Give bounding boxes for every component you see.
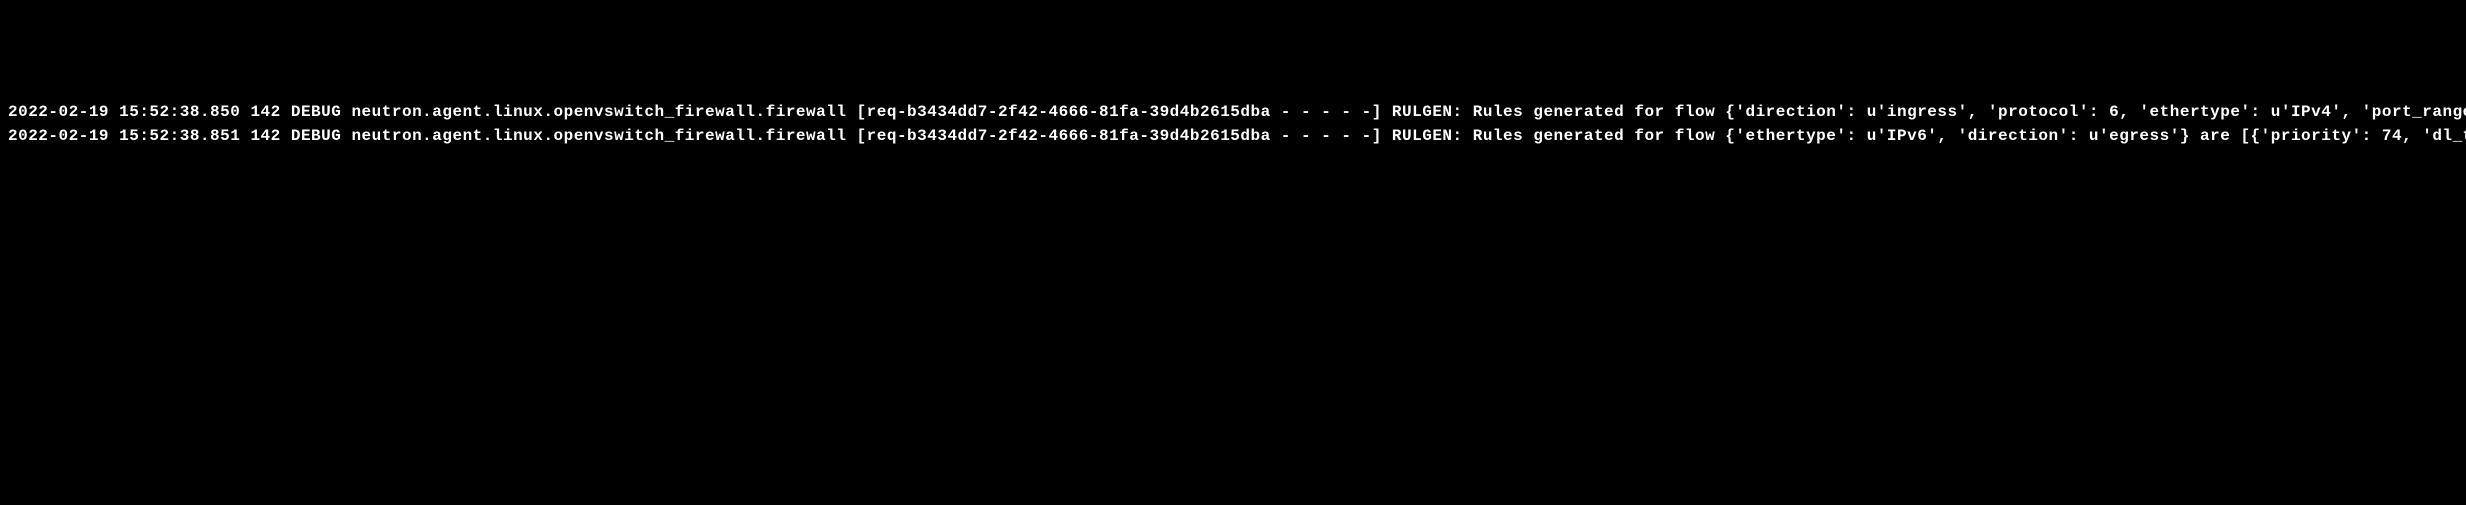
log-line: 2022-02-19 15:52:38.850 142 DEBUG neutro… <box>8 103 2466 121</box>
terminal-log-output: 2022-02-19 15:52:38.850 142 DEBUG neutro… <box>8 100 2458 148</box>
log-line: 2022-02-19 15:52:38.851 142 DEBUG neutro… <box>8 127 2466 145</box>
